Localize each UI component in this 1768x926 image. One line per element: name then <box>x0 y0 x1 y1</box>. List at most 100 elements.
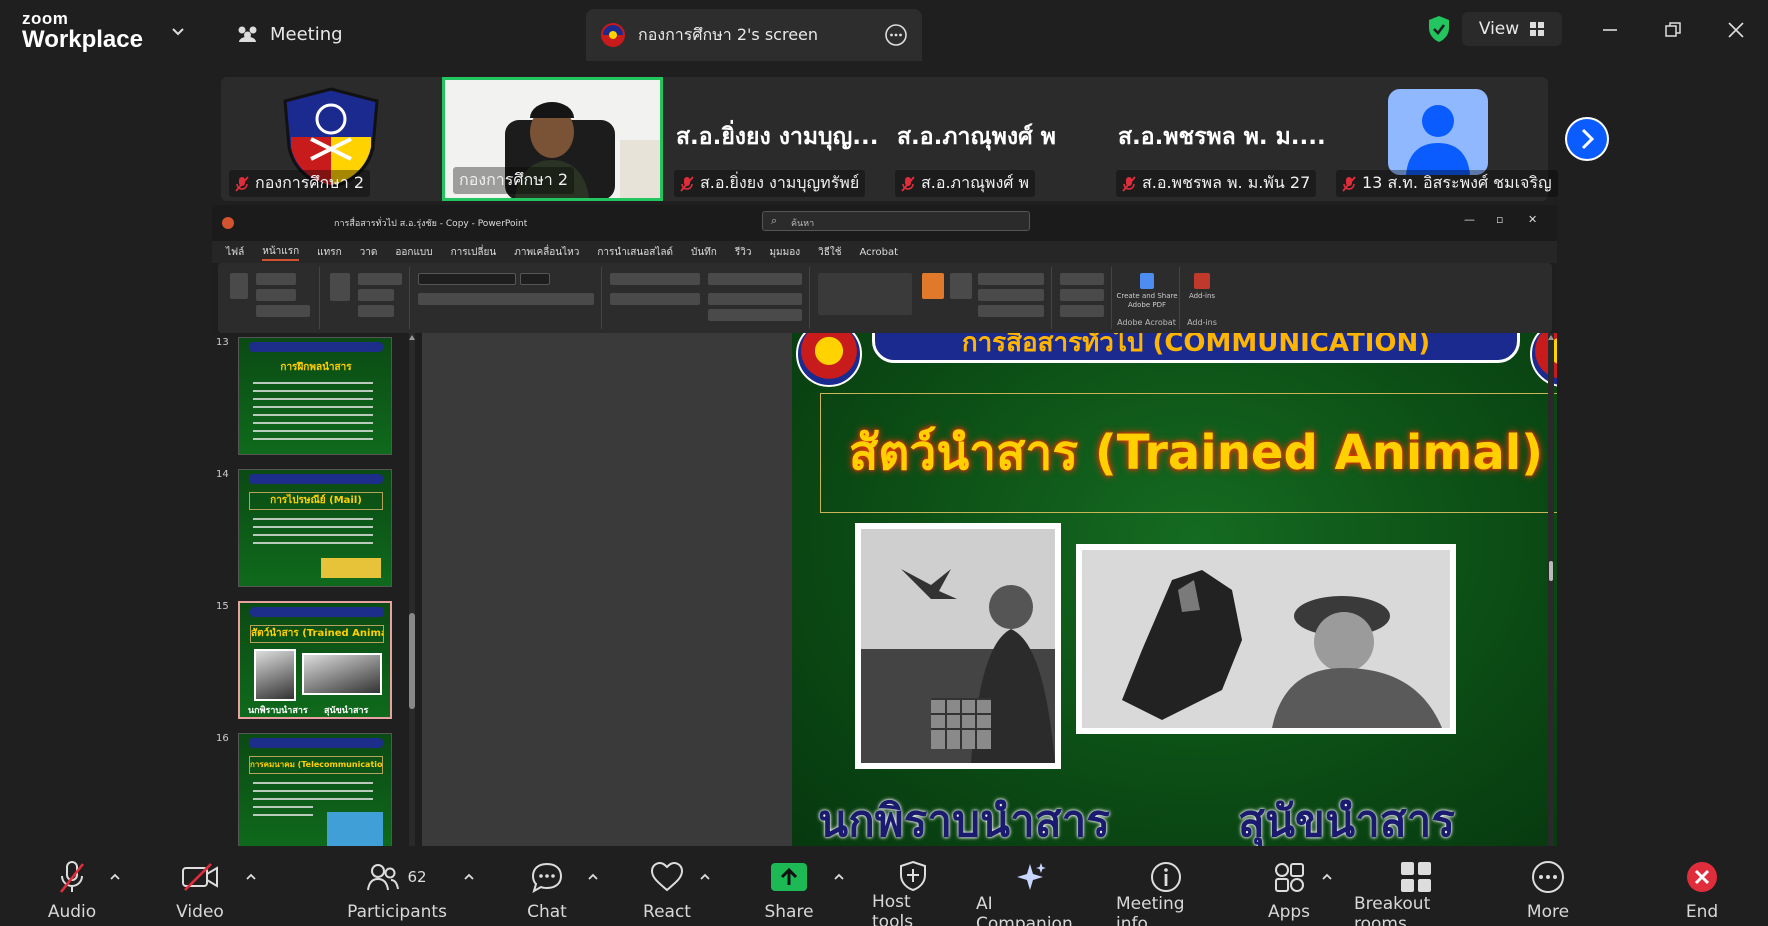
search-placeholder: ค้นหา <box>791 219 815 229</box>
gallery-next-button[interactable] <box>1565 117 1609 161</box>
quick-styles-button[interactable] <box>950 273 972 299</box>
list-buttons[interactable] <box>610 273 700 285</box>
menu-insert[interactable]: แทรก <box>317 245 341 260</box>
arrange-button[interactable] <box>922 273 944 299</box>
find-button[interactable] <box>1060 273 1104 285</box>
participant-tile[interactable]: ส.อ.ภาณุพงศ์ พ ส.อ.ภาณุพงศ์ พ <box>887 77 1107 201</box>
pigeon-illustration <box>861 529 1055 763</box>
participant-tile[interactable]: 13 ส.ท. อิสระพงศ์ ชมเจริญ <box>1328 77 1558 201</box>
share-button[interactable]: Share <box>764 860 814 922</box>
more-button[interactable]: More <box>1522 860 1574 922</box>
share-options-caret-icon[interactable] <box>832 870 846 884</box>
slide-thumbnail-selected[interactable]: สัตว์นำสาร (Trained Animal) นกพิราบนำสาร… <box>238 601 392 719</box>
meeting-info-button[interactable]: Meeting info <box>1116 860 1216 926</box>
end-button[interactable]: End <box>1680 860 1724 922</box>
font-size-select[interactable] <box>520 273 550 285</box>
close-button[interactable] <box>1720 14 1752 46</box>
addins-icon[interactable] <box>1194 273 1210 289</box>
create-share-pdf-button[interactable]: Create and Share Adobe PDF <box>1116 292 1178 310</box>
shapes-gallery[interactable] <box>818 273 912 315</box>
shape-effects-button[interactable] <box>978 305 1044 317</box>
slide-thumbnail[interactable]: การไปรษณีย์ (Mail) <box>238 469 392 587</box>
video-options-caret-icon[interactable] <box>244 870 258 884</box>
adobe-pdf-icon[interactable] <box>1140 273 1154 289</box>
shape-outline-button[interactable] <box>978 289 1044 301</box>
current-slide[interactable]: การสื่อสารทั่วไป (COMMUNICATION) สัตว์นำ… <box>792 333 1557 846</box>
thumbnail-scrollbar[interactable] <box>408 333 416 846</box>
react-button[interactable]: React <box>642 860 692 922</box>
participant-tile[interactable]: ส.อ.พชรพล พ. ม.... ส.อ.พชรพล พ. ม.พัน 27 <box>1108 77 1328 201</box>
tab-shared-screen[interactable]: กองการศึกษา 2's screen <box>586 9 922 61</box>
view-button[interactable]: View <box>1462 12 1562 46</box>
slide-scrollbar[interactable] <box>1546 333 1556 846</box>
replace-button[interactable] <box>1060 289 1104 301</box>
participants-options-caret-icon[interactable] <box>462 870 476 884</box>
copy-button[interactable] <box>256 289 296 301</box>
menu-view[interactable]: มุมมอง <box>769 245 800 260</box>
tab-meeting-label: Meeting <box>270 23 343 45</box>
menu-transitions[interactable]: การเปลี่ยน <box>451 245 497 260</box>
reset-button[interactable] <box>358 289 394 301</box>
thumbnail-bullets <box>239 382 373 446</box>
more-label: More <box>1526 902 1570 922</box>
addins-button[interactable]: Add-ins <box>1182 292 1222 300</box>
new-slide-button[interactable] <box>330 273 350 301</box>
video-button[interactable]: Video <box>172 860 228 922</box>
smartart-button[interactable] <box>708 309 802 321</box>
host-tools-button[interactable]: Host tools <box>872 860 954 926</box>
menu-acrobat[interactable]: Acrobat <box>860 247 899 258</box>
participant-tile-active-speaker[interactable]: กองการศึกษา 2 <box>442 77 663 201</box>
section-button[interactable] <box>358 305 394 317</box>
align-buttons[interactable] <box>610 293 700 305</box>
menu-file[interactable]: ไฟล์ <box>226 245 244 260</box>
security-shield-button[interactable] <box>1418 12 1460 46</box>
participants-button[interactable]: 62 Participants <box>347 860 447 922</box>
chevron-down-icon[interactable] <box>168 22 188 42</box>
host-tools-label: Host tools <box>872 892 914 926</box>
apps-button[interactable]: Apps <box>1266 860 1312 922</box>
layout-button[interactable] <box>358 273 402 285</box>
slide-thumbnail[interactable]: การคมนาคม (Telecommunication) <box>238 733 392 846</box>
close-icon[interactable]: ✕ <box>1528 213 1537 226</box>
thumbnail-header <box>249 738 383 748</box>
more-options-icon[interactable] <box>884 23 908 47</box>
apps-options-caret-icon[interactable] <box>1320 870 1334 884</box>
align-text-button[interactable] <box>708 293 802 305</box>
menu-review[interactable]: รีวิว <box>735 245 752 260</box>
tab-meeting[interactable]: Meeting <box>236 18 343 50</box>
font-name-select[interactable] <box>418 273 516 285</box>
participant-tile[interactable]: ส.อ.ยิ่งยง งามบุญ... ส.อ.ยิ่งยง งามบุญทร… <box>666 77 886 201</box>
menu-help[interactable]: วิธีใช้ <box>818 245 841 260</box>
view-label: View <box>1478 19 1520 39</box>
menu-home[interactable]: หน้าแรก <box>262 244 300 261</box>
paste-button[interactable] <box>230 273 248 299</box>
audio-options-caret-icon[interactable] <box>108 870 122 884</box>
participant-tile[interactable]: กองการศึกษา 2 <box>221 77 441 201</box>
ai-companion-button[interactable]: AI Companion <box>976 860 1086 926</box>
minimize-icon[interactable]: — <box>1464 213 1475 226</box>
slide-thumbnail[interactable]: การฝึกพลนำสาร <box>238 337 392 455</box>
format-painter-button[interactable] <box>256 305 310 317</box>
menu-record[interactable]: บันทึก <box>691 245 717 260</box>
cut-button[interactable] <box>256 273 296 285</box>
search-box[interactable]: ⌕ ค้นหา <box>762 211 1030 231</box>
meeting-info-label: Meeting info <box>1116 894 1185 926</box>
text-direction-button[interactable] <box>708 273 802 285</box>
react-options-caret-icon[interactable] <box>698 870 712 884</box>
menu-slideshow[interactable]: การนำเสนอสไลด์ <box>597 245 673 260</box>
restore-icon[interactable]: ▫ <box>1496 213 1503 226</box>
participant-name: 13 ส.ท. อิสระพงศ์ ชมเจริญ <box>1336 170 1558 197</box>
breakout-rooms-button[interactable]: Breakout rooms <box>1354 860 1478 926</box>
powerpoint-ribbon: Create and Share Adobe PDF Adobe Acrobat… <box>218 263 1552 333</box>
select-button[interactable] <box>1060 305 1104 317</box>
menu-animations[interactable]: ภาพเคลื่อนไหว <box>514 245 579 260</box>
shape-fill-button[interactable] <box>978 273 1044 285</box>
chat-options-caret-icon[interactable] <box>586 870 600 884</box>
menu-design[interactable]: ออกแบบ <box>395 245 432 260</box>
chat-button[interactable]: Chat <box>522 860 572 922</box>
restore-button[interactable] <box>1657 14 1689 46</box>
font-format-buttons[interactable] <box>418 293 594 305</box>
audio-button[interactable]: Audio <box>44 860 100 922</box>
minimize-button[interactable] <box>1594 14 1626 46</box>
menu-draw[interactable]: วาด <box>360 245 378 260</box>
